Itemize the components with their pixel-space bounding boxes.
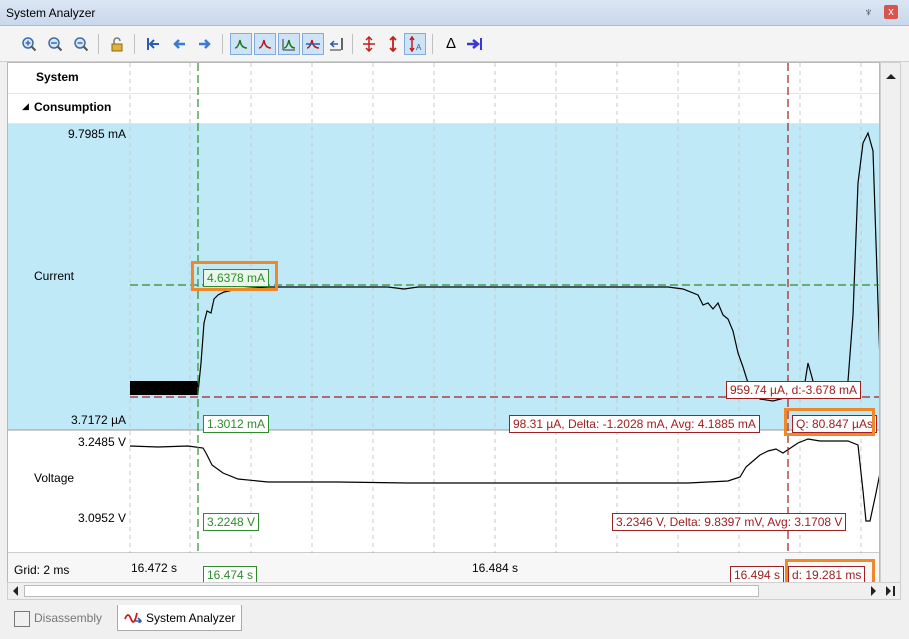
scroll-right-icon[interactable] xyxy=(866,583,880,599)
zoom-in-icon[interactable] xyxy=(18,33,40,55)
waveform-plot[interactable] xyxy=(8,63,880,590)
horizontal-scrollbar[interactable] xyxy=(7,582,901,600)
title-bar: System Analyzer ♆ x xyxy=(0,0,909,26)
toolbar-separator xyxy=(432,34,433,54)
cursor2-current-readout: 959.74 µA, d:-3.678 mA xyxy=(726,381,861,399)
toolbar: A Δ xyxy=(0,26,909,62)
scroll-left-icon[interactable] xyxy=(168,33,190,55)
window-title: System Analyzer xyxy=(6,6,96,20)
scroll-right-icon[interactable] xyxy=(194,33,216,55)
disassembly-icon xyxy=(14,610,30,627)
tab-disassembly-label: Disassembly xyxy=(34,611,103,625)
toolbar-separator xyxy=(134,34,135,54)
jump-end-icon[interactable] xyxy=(464,33,486,55)
scroll-end-icon[interactable] xyxy=(882,583,898,599)
close-icon[interactable]: x xyxy=(884,5,898,19)
trigger-rising-icon[interactable] xyxy=(230,33,252,55)
tab-system-analyzer-label: System Analyzer xyxy=(146,611,236,625)
pin-icon[interactable]: ♆ xyxy=(864,5,873,19)
toolbar-separator xyxy=(352,34,353,54)
zoom-out-icon[interactable] xyxy=(70,33,92,55)
auto-scale-icon[interactable] xyxy=(382,33,404,55)
trigger-falling-icon[interactable] xyxy=(254,33,276,55)
scroll-left-icon[interactable] xyxy=(9,583,23,599)
cursor1-current-low-readout: 1.3012 mA xyxy=(203,415,270,433)
time-tick-label: 16.484 s xyxy=(472,561,519,575)
auto-scale-a-icon[interactable]: A xyxy=(404,33,426,55)
cursor1-voltage-readout: 3.2248 V xyxy=(203,513,260,531)
toolbar-separator xyxy=(98,34,99,54)
vertical-scrollbar[interactable] xyxy=(880,62,901,590)
scroll-up-icon[interactable] xyxy=(881,66,900,86)
zoom-fit-icon[interactable] xyxy=(44,33,66,55)
delta-icon[interactable]: Δ xyxy=(440,33,462,55)
cursor2-current-stats: 98.31 µA, Delta: -1.2028 mA, Avg: 4.1885… xyxy=(509,415,760,433)
tab-disassembly[interactable]: Disassembly xyxy=(8,605,108,631)
analyzer-panel: System ◢ Consumption 9.7985 mA Current 3… xyxy=(7,62,880,590)
scroll-thumb[interactable] xyxy=(24,585,759,597)
toolbar-separator xyxy=(222,34,223,54)
system-analyzer-icon xyxy=(124,606,143,632)
bottom-tab-bar: Disassembly System Analyzer xyxy=(0,603,909,639)
trigger-both-icon[interactable] xyxy=(278,33,300,55)
grid-label: Grid: 2 ms xyxy=(14,563,70,577)
marker-icon[interactable] xyxy=(326,33,348,55)
time-tick-label: 16.472 s xyxy=(131,561,178,575)
expand-vertical-icon[interactable] xyxy=(358,33,380,55)
cursor-left-jump-icon[interactable] xyxy=(142,33,164,55)
svg-text:A: A xyxy=(416,43,422,52)
cursor2-voltage-stats: 3.2346 V, Delta: 9.8397 mV, Avg: 3.1708 … xyxy=(612,513,847,531)
trigger-off-icon[interactable] xyxy=(302,33,324,55)
lock-icon[interactable] xyxy=(106,33,128,55)
tab-system-analyzer[interactable]: System Analyzer xyxy=(117,605,243,632)
highlight-box xyxy=(191,261,278,291)
highlight-box xyxy=(784,408,875,436)
